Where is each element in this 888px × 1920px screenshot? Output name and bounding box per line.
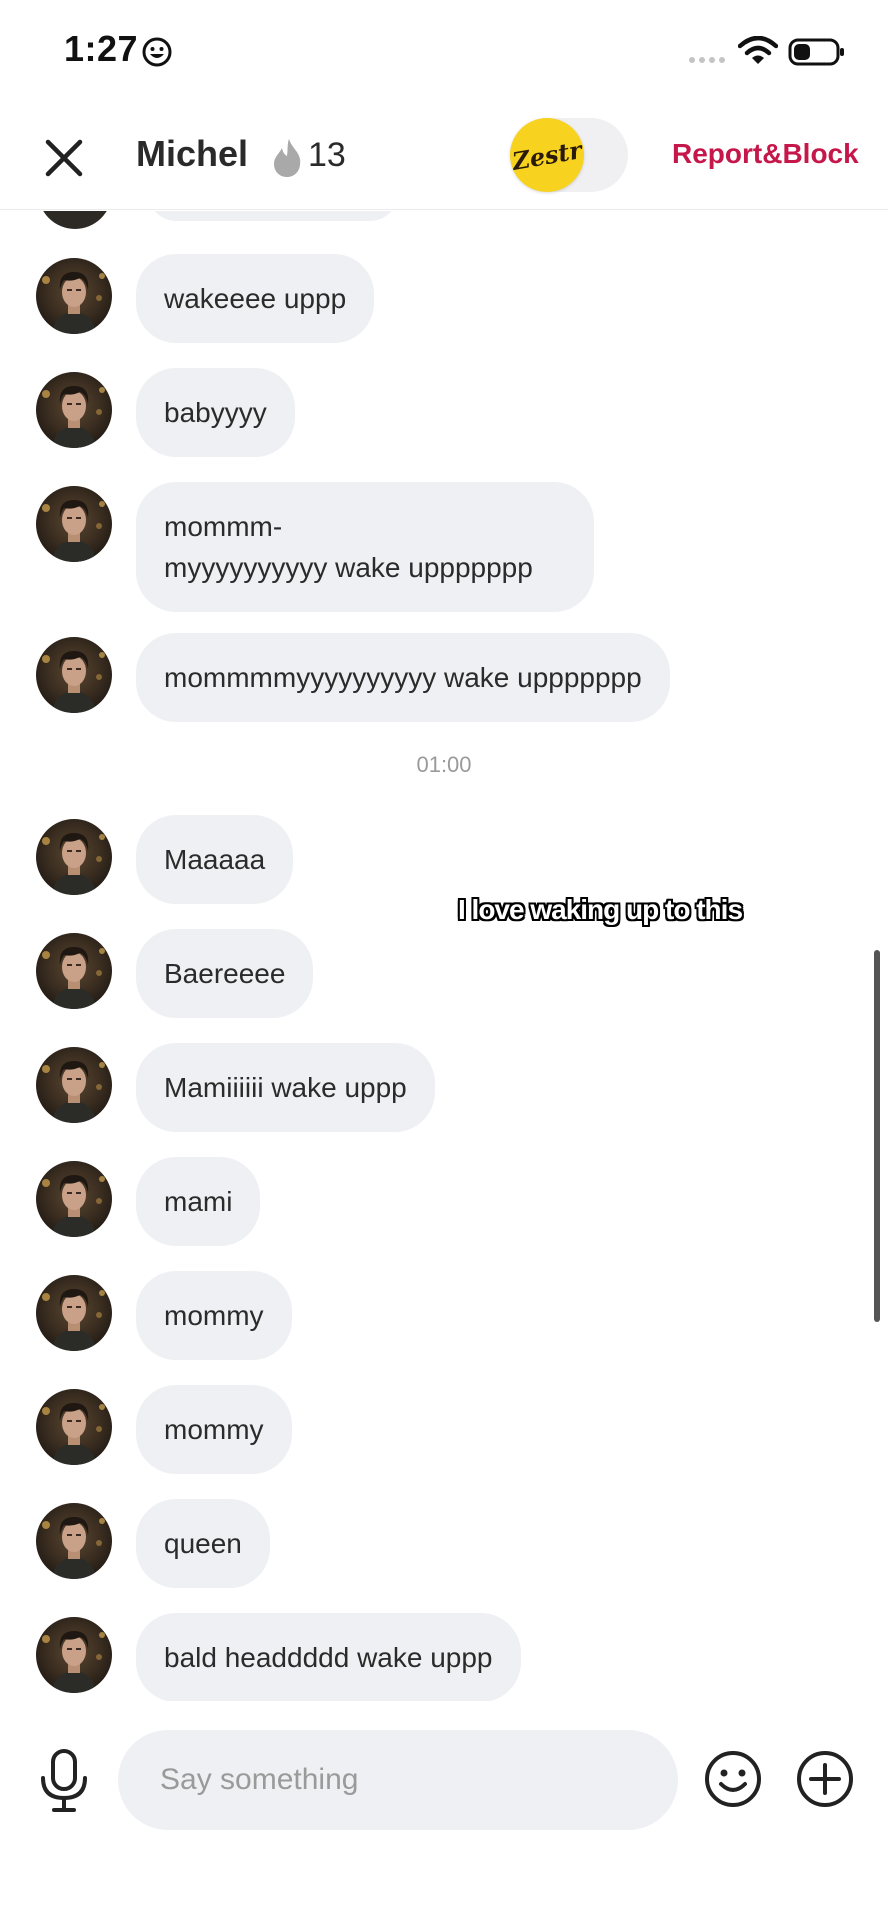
flame-icon — [274, 139, 301, 177]
avatar[interactable] — [36, 1503, 112, 1579]
avatar[interactable] — [36, 372, 112, 448]
message-bubble[interactable]: mommm-myyyyyyyyyy wake uppppppp — [136, 482, 594, 612]
message-bubble[interactable]: queen — [136, 1499, 270, 1588]
avatar[interactable] — [36, 1389, 112, 1465]
avatar[interactable] — [36, 933, 112, 1009]
message-bubble[interactable]: Baereeee — [136, 929, 314, 1018]
scrollbar[interactable] — [874, 950, 880, 1322]
avatar — [38, 211, 112, 229]
message-bubble[interactable]: wakeeee uppp — [136, 254, 375, 343]
avatar[interactable] — [36, 819, 112, 895]
zestr-toggle[interactable]: Zestr — [510, 118, 628, 192]
avatar[interactable] — [36, 1161, 112, 1237]
avatar[interactable] — [36, 637, 112, 713]
battery-icon — [788, 38, 844, 66]
status-bar: 1:27 — [0, 0, 888, 100]
add-icon[interactable] — [796, 1750, 854, 1808]
avatar[interactable] — [36, 1275, 112, 1351]
microphone-icon[interactable] — [36, 1748, 92, 1814]
message-bubble[interactable]: bald headdddd wake uppp — [136, 1613, 521, 1701]
signal-dots-icon — [689, 57, 725, 63]
emoji-icon[interactable] — [704, 1750, 762, 1808]
avatar[interactable] — [36, 486, 112, 562]
message-bubble[interactable]: mommy — [136, 1385, 292, 1474]
overlay-caption: I love waking up to this — [457, 894, 743, 925]
message-bubble[interactable]: babyyyy — [136, 368, 295, 457]
avatar[interactable] — [36, 1617, 112, 1693]
message-bubble[interactable]: mommmmyyyyyyyyyy wake uppppppp — [136, 633, 670, 722]
message-bubble[interactable]: Mamiiiiii wake uppp — [136, 1043, 435, 1132]
message-bubble[interactable]: mami — [136, 1157, 261, 1246]
report-block-button[interactable]: Report&Block — [672, 138, 859, 170]
input-bar — [0, 1706, 888, 1920]
contact-name[interactable]: Michel — [136, 133, 248, 175]
message-input[interactable] — [118, 1730, 678, 1830]
message-bubble[interactable]: mommy — [136, 1271, 292, 1360]
zestr-logo: Zestr — [510, 118, 584, 192]
close-icon[interactable] — [36, 130, 92, 186]
zestr-logo-text: Zestr — [509, 134, 585, 176]
message-bubble[interactable]: Maaaaa — [136, 815, 294, 904]
avatar[interactable] — [36, 258, 112, 334]
avatar[interactable] — [36, 1047, 112, 1123]
message-list[interactable]: wakeeee uppp babyyyy mommm-myyyyyyyyyy w… — [0, 211, 888, 1701]
status-time: 1:27 — [64, 28, 139, 69]
wifi-icon — [738, 36, 778, 64]
time-separator: 01:00 — [416, 752, 472, 777]
message-bubble — [148, 211, 398, 221]
smiley-icon — [142, 37, 172, 67]
chat-header: Michel 13 Zestr Report&Block — [0, 100, 888, 210]
flame-count: 13 — [308, 136, 346, 174]
